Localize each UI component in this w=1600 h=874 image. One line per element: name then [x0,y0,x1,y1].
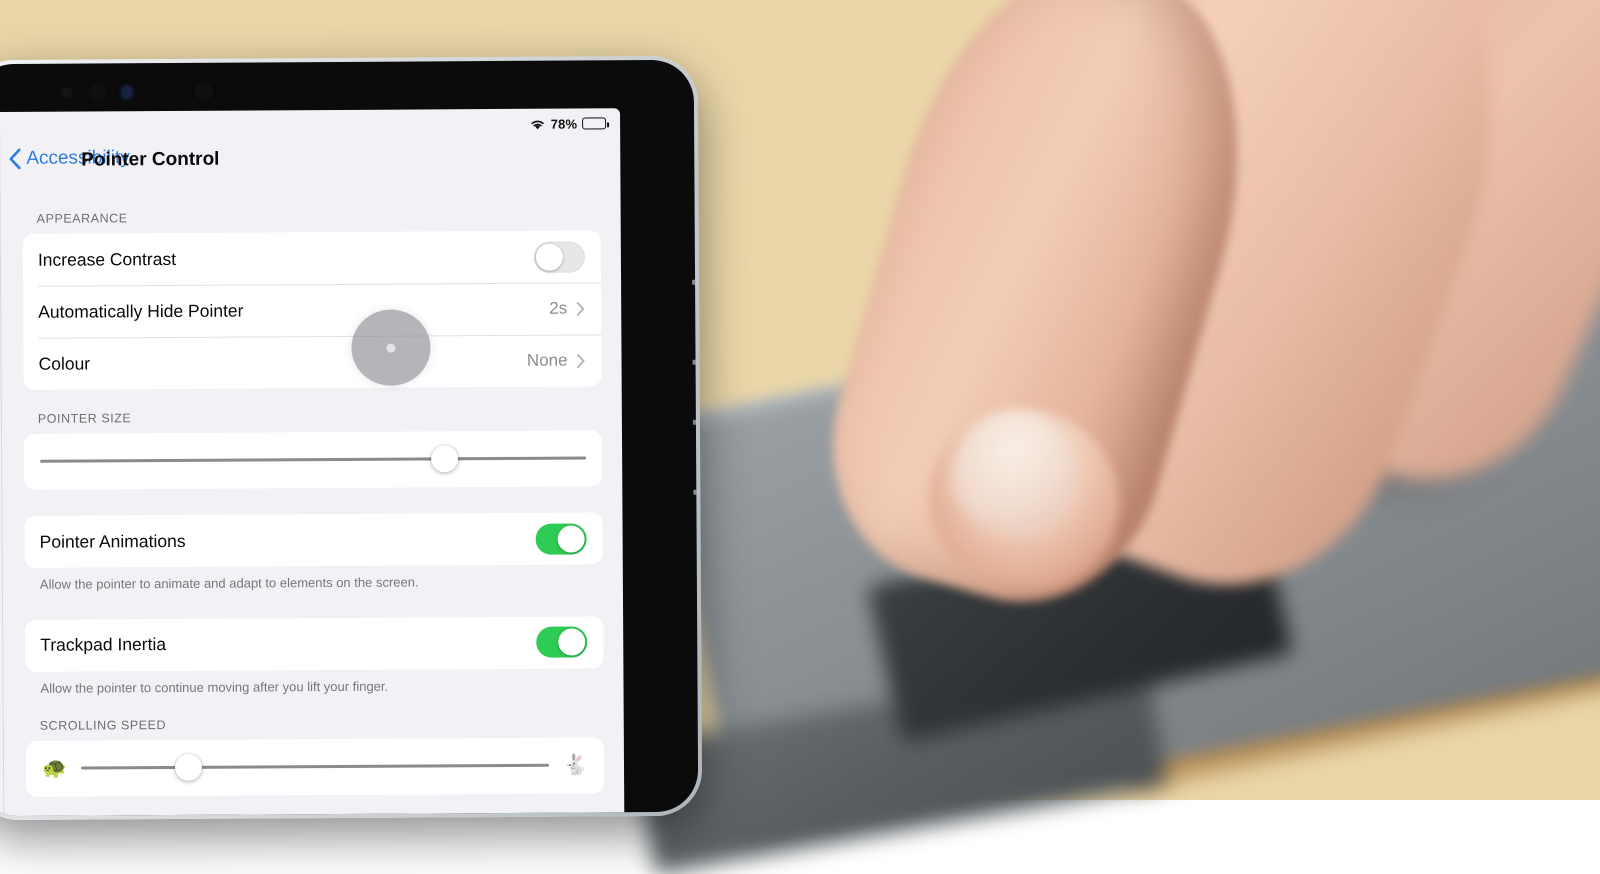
wifi-icon [529,117,546,130]
section-header-appearance: APPEARANCE [22,186,600,234]
trackpad-inertia-toggle[interactable] [536,627,587,658]
ipad-device: 78% Accessibility Pointer Control [0,56,702,820]
row-label: Trackpad Inertia [40,634,166,656]
slider-thumb[interactable] [431,445,458,472]
turtle-icon: 🐢 [42,759,67,779]
row-pointer-animations[interactable]: Pointer Animations [24,512,602,568]
appearance-card: Increase Contrast Automatically Hide Poi… [23,230,602,390]
smart-connector-pin [692,280,696,285]
rabbit-icon: 🐇 [563,756,588,776]
toggle-knob [558,629,585,656]
footnote-trackpad-inertia: Allow the pointer to continue moving aft… [25,668,603,697]
pointer-animations-toggle[interactable] [536,523,587,554]
pointer-animations-card: Pointer Animations [24,512,602,568]
chevron-right-icon [576,301,585,316]
toggle-knob [536,243,563,270]
slider-thumb[interactable] [175,754,202,781]
ambient-light-sensor-icon [60,86,74,100]
navigation-bar: Accessibility Pointer Control [0,138,620,190]
chevron-right-icon [576,353,585,368]
ipad-bezel: 78% Accessibility Pointer Control [0,60,698,816]
sensor-array [60,77,240,108]
trackpad-inertia-card: Trackpad Inertia [25,616,603,672]
toggle-knob [558,525,585,552]
row-label: Automatically Hide Pointer [38,300,243,322]
row-label: Colour [38,353,90,374]
battery-icon [582,117,606,129]
section-header-pointer-size: POINTER SIZE [24,386,602,434]
row-colour[interactable]: Colour None [23,334,601,390]
slider-track [81,764,549,770]
front-camera-icon [86,80,110,104]
row-control: None [527,350,586,370]
row-label: Increase Contrast [38,248,176,270]
row-automatically-hide-pointer[interactable]: Automatically Hide Pointer 2s [23,282,601,338]
increase-contrast-toggle[interactable] [534,241,585,272]
row-control [534,241,585,272]
pointer-size-slider[interactable] [40,443,586,476]
spacer [25,590,603,620]
slider-track [40,456,586,462]
status-led-icon [122,86,132,98]
footnote-pointer-animations: Allow the pointer to animate and adapt t… [25,564,603,593]
section-header-scrolling-speed: SCROLLING SPEED [26,693,604,741]
scrolling-speed-slider[interactable] [81,751,549,784]
smart-connector-pin [693,360,697,365]
spacer [24,486,602,516]
page-title: Pointer Control [0,146,620,172]
row-value: 2s [549,299,567,319]
row-increase-contrast[interactable]: Increase Contrast [23,230,601,286]
status-bar: 78% [0,108,620,142]
row-value: None [527,351,568,371]
face-id-sensor-icon [192,80,216,104]
row-label: Pointer Animations [40,530,186,552]
scrolling-speed-card: 🐢 🐇 [26,737,604,797]
settings-scroll-content[interactable]: APPEARANCE Increase Contrast Automatical… [0,186,624,816]
row-control: 2s [549,298,585,318]
battery-percentage: 78% [551,116,577,131]
pointer-size-card [24,430,602,490]
smart-connector-pin [693,420,697,425]
ipad-screen: 78% Accessibility Pointer Control [0,108,624,816]
smart-connector-pin [693,490,697,495]
row-trackpad-inertia[interactable]: Trackpad Inertia [25,616,603,672]
